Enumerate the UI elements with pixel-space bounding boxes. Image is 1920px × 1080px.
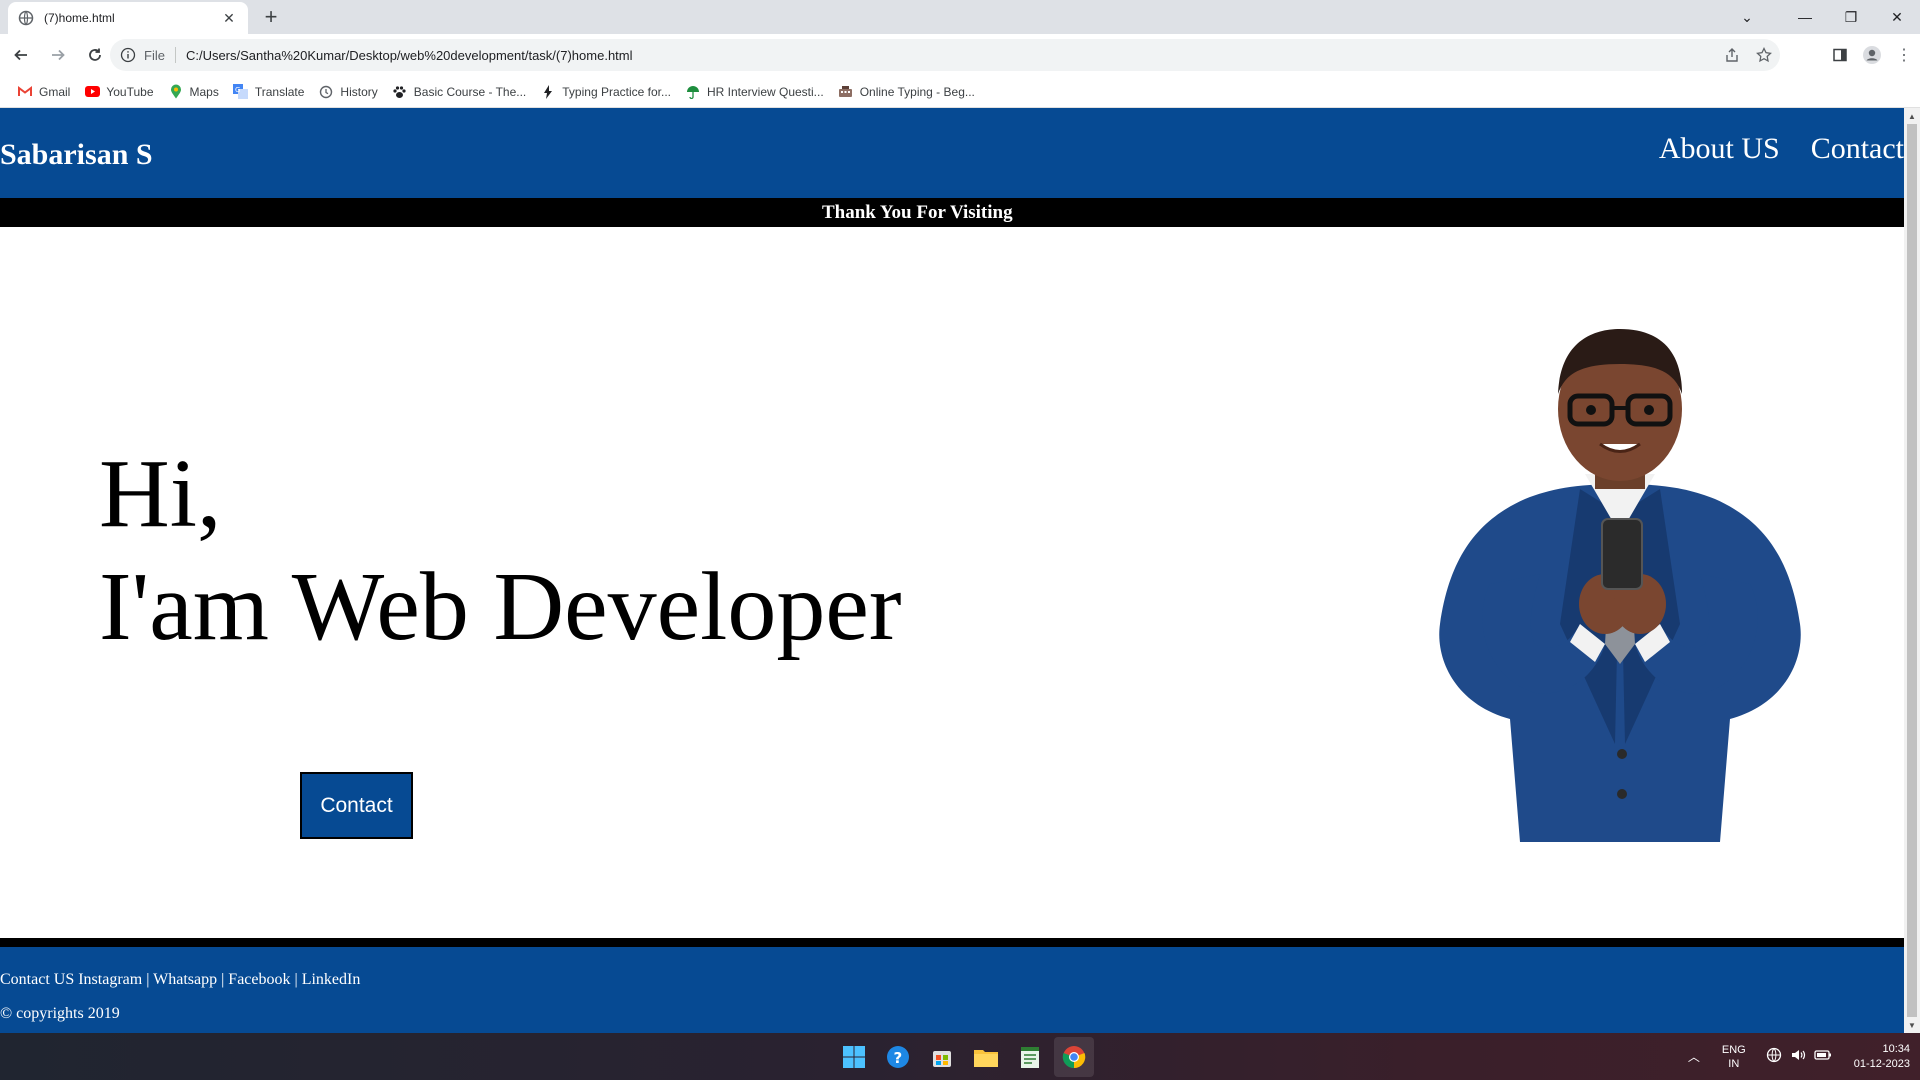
svg-text:G: G	[235, 86, 240, 94]
paw-icon	[392, 84, 408, 100]
site-nav: About US Contact	[1628, 132, 1904, 166]
share-icon[interactable]	[1716, 47, 1748, 63]
back-icon[interactable]	[5, 39, 37, 71]
side-panel-icon[interactable]	[1824, 39, 1856, 71]
forward-icon[interactable]	[42, 39, 74, 71]
keyboard-icon	[838, 84, 854, 100]
nav-contact[interactable]: Contact	[1811, 132, 1904, 166]
marquee-bar: Thank You For Visiting	[0, 198, 1904, 227]
scrollbar-thumb[interactable]	[1907, 124, 1917, 1017]
profile-avatar-icon[interactable]	[1856, 39, 1888, 71]
region-code: IN	[1728, 1057, 1740, 1070]
close-window-icon[interactable]: ✕	[1874, 0, 1920, 34]
bookmark-label: Basic Course - The...	[413, 84, 527, 99]
chevron-down-icon[interactable]: ⌄	[1724, 0, 1770, 34]
browser-tab-bar: (7)home.html ✕ + ⌄ — ❐ ✕	[0, 0, 1920, 34]
browser-tab[interactable]: (7)home.html ✕	[8, 2, 248, 34]
network-icon[interactable]	[1766, 1047, 1782, 1066]
reload-icon[interactable]	[79, 39, 111, 71]
site-header: Sabarisan S About US Contact	[0, 108, 1904, 198]
windows-taskbar: ? ︿ ENG IN 10:34 01-12-2023	[0, 1033, 1920, 1080]
restore-icon[interactable]: ❐	[1828, 0, 1874, 34]
language-code: ENG	[1721, 1043, 1746, 1056]
store-icon[interactable]	[922, 1037, 962, 1077]
bookmark-label: HR Interview Questi...	[706, 84, 824, 99]
footer-social-links[interactable]: Contact US Instagram | Whatsapp | Facebo…	[0, 971, 360, 989]
bookmark-label: Typing Practice for...	[562, 84, 671, 99]
scroll-down-icon[interactable]: ▼	[1904, 1017, 1920, 1033]
tab-title: (7)home.html	[44, 11, 115, 25]
help-icon[interactable]: ?	[878, 1037, 918, 1077]
file-explorer-icon[interactable]	[966, 1037, 1006, 1077]
hero-line-2: I'am Web Developer	[99, 553, 902, 661]
windows-start-icon[interactable]	[834, 1037, 874, 1077]
divider	[174, 47, 176, 63]
system-clock[interactable]: 10:34 01-12-2023	[1854, 1042, 1910, 1072]
bookmark-online-typing[interactable]: Online Typing - Beg...	[831, 78, 982, 106]
bookmark-basic-course[interactable]: Basic Course - The...	[385, 78, 534, 106]
scroll-up-icon[interactable]: ▲	[1904, 108, 1920, 124]
notepad-icon[interactable]	[1010, 1037, 1050, 1077]
site-brand: Sabarisan S	[0, 138, 153, 171]
bookmark-label: Translate	[254, 84, 305, 99]
bookmark-label: History	[340, 84, 378, 99]
clock-date: 01-12-2023	[1853, 1057, 1910, 1070]
hero-heading: Hi, I'am Web Developer	[99, 438, 902, 664]
browser-toolbar: File C:/Users/Santha%20Kumar/Desktop/web…	[0, 34, 1920, 76]
more-menu-icon[interactable]: ⋮	[1888, 39, 1920, 71]
bookmark-maps[interactable]: Maps	[161, 78, 226, 106]
bookmark-history[interactable]: History	[311, 78, 384, 106]
chrome-icon[interactable]	[1054, 1037, 1094, 1077]
bookmark-label: Gmail	[39, 84, 71, 99]
url-text[interactable]: C:/Users/Santha%20Kumar/Desktop/web%20de…	[186, 48, 1716, 63]
bookmark-gmail[interactable]: Gmail	[10, 78, 77, 106]
bookmark-typing-practice[interactable]: Typing Practice for...	[533, 78, 678, 106]
marquee-text: Thank You For Visiting	[822, 202, 1013, 223]
bolt-icon	[540, 84, 556, 100]
umbrella-icon	[685, 84, 701, 100]
footer-copyright: © copyrights 2019	[0, 1005, 120, 1022]
bookmark-hr-interview[interactable]: HR Interview Questi...	[678, 78, 831, 106]
star-icon[interactable]	[1748, 47, 1780, 63]
youtube-icon	[84, 84, 100, 100]
close-tab-icon[interactable]: ✕	[220, 9, 238, 27]
bookmark-label: Maps	[189, 84, 219, 99]
clock-time: 10:34	[1882, 1042, 1910, 1055]
bookmark-label: Online Typing - Beg...	[859, 84, 975, 99]
history-icon	[318, 84, 334, 100]
bookmarks-bar: Gmail YouTube Maps G Translate History B…	[0, 76, 1920, 108]
site-footer: Contact US Instagram | Whatsapp | Facebo…	[0, 938, 1904, 1033]
translate-icon: G	[233, 84, 249, 100]
minimize-icon[interactable]: —	[1782, 0, 1828, 34]
language-indicator[interactable]: ENG IN	[1722, 1043, 1746, 1071]
contact-button[interactable]: Contact	[300, 772, 413, 839]
volume-icon[interactable]	[1790, 1047, 1806, 1066]
developer-avatar-illustration	[1439, 329, 1801, 842]
new-tab-button[interactable]: +	[258, 4, 284, 30]
bookmark-label: YouTube	[106, 84, 154, 99]
info-icon[interactable]	[120, 47, 136, 63]
battery-icon[interactable]	[1814, 1047, 1832, 1066]
scheme-label: File	[144, 47, 165, 63]
globe-icon	[18, 10, 34, 26]
hero-line-1: Hi,	[99, 440, 222, 548]
svg-text:?: ?	[894, 1049, 903, 1067]
gmail-icon	[17, 84, 33, 100]
bookmark-translate[interactable]: G Translate	[226, 78, 312, 106]
page-viewport: Sabarisan S About US Contact Thank You F…	[0, 108, 1920, 1033]
chevron-up-icon[interactable]: ︿	[1688, 1048, 1700, 1065]
address-bar[interactable]: File C:/Users/Santha%20Kumar/Desktop/web…	[110, 39, 1780, 71]
maps-icon	[168, 84, 184, 100]
bookmark-youtube[interactable]: YouTube	[77, 78, 160, 106]
vertical-scrollbar[interactable]: ▲ ▼	[1904, 108, 1920, 1033]
nav-about-us[interactable]: About US	[1659, 132, 1780, 166]
